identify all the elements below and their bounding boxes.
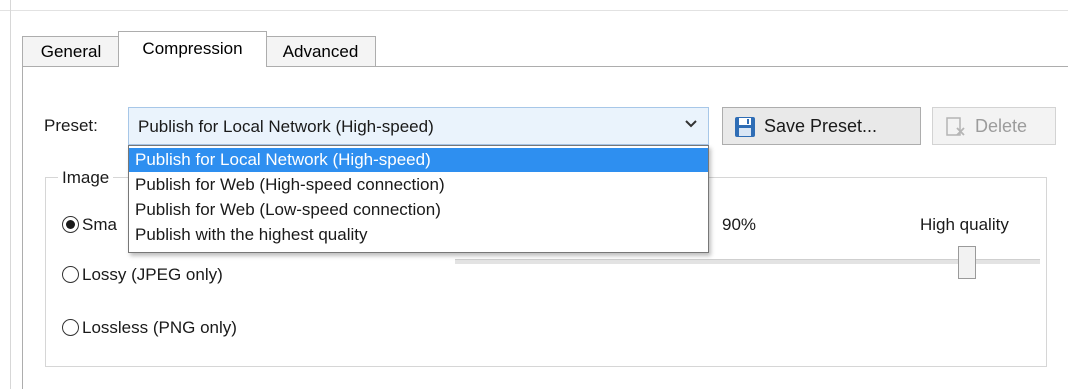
quality-slider-track[interactable] [455,259,1040,264]
radio-lossy-label: Lossy (JPEG only) [82,265,223,284]
preset-select-value: Publish for Local Network (High-speed) [138,117,434,136]
window-top-border [0,10,1068,11]
preset-dropdown-list: Publish for Local Network (High-speed) P… [128,145,709,253]
radio-smart-label: Sma [82,215,117,234]
delete-document-icon [944,116,966,143]
high-quality-label: High quality [920,215,1009,234]
radio-lossy[interactable]: Lossy (JPEG only) [62,265,282,285]
save-preset-button[interactable]: Save Preset... [722,107,921,145]
tab-general-label: General [40,42,102,61]
radio-lossless[interactable]: Lossless (PNG only) [62,318,292,338]
chevron-down-icon[interactable] [684,117,698,134]
preset-option[interactable]: Publish for Web (Low-speed connection) [129,198,708,222]
delete-label: Delete [975,116,1028,136]
radio-checked-dot [66,220,75,229]
tab-compression[interactable]: Compression [118,31,267,67]
radio-smart-circle[interactable] [62,216,79,233]
tab-advanced-label: Advanced [282,42,359,61]
preset-label: Preset: [44,116,98,135]
radio-lossless-label: Lossless (PNG only) [82,318,237,337]
active-tab-gap [119,66,264,67]
image-group-title: Image [58,168,114,188]
tab-panel-left-border [22,66,23,389]
save-preset-label: Save Preset... [764,116,878,136]
radio-lossy-circle[interactable] [62,266,79,283]
floppy-disk-icon [734,116,756,143]
preset-option[interactable]: Publish for Web (High-speed connection) [129,173,708,197]
tab-general[interactable]: General [22,36,120,67]
radio-lossless-circle[interactable] [62,319,79,336]
preset-option[interactable]: Publish for Local Network (High-speed) [129,148,708,172]
delete-button[interactable]: Delete [932,107,1056,145]
preset-option[interactable]: Publish with the highest quality [129,223,708,247]
quality-slider-thumb[interactable] [958,246,976,279]
tab-advanced[interactable]: Advanced [265,36,376,67]
tab-compression-label: Compression [142,39,243,58]
quality-percent: 90% [722,215,757,234]
window-left-border [10,0,11,389]
preset-select[interactable]: Publish for Local Network (High-speed) [128,107,709,145]
